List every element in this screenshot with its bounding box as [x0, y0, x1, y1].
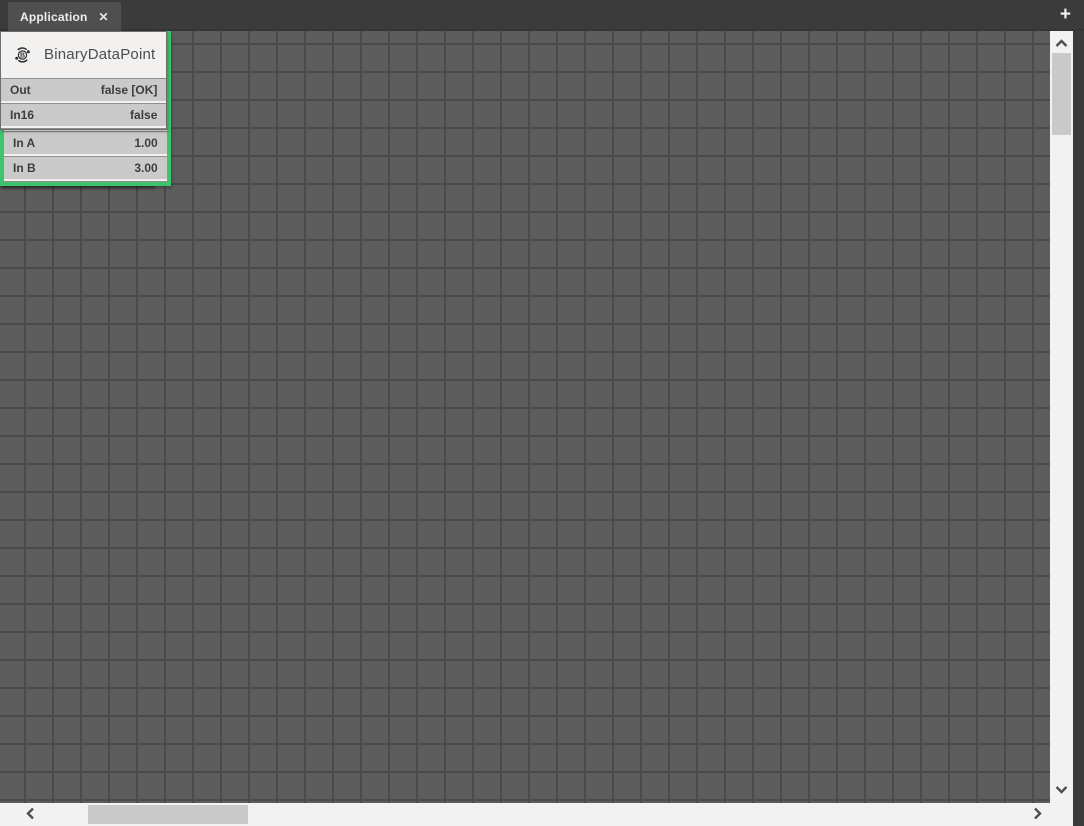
- wire-sheet-window: Application ✕ +: [0, 0, 1084, 826]
- node-title: BinaryDataPoint: [44, 46, 155, 63]
- vertical-scrollbar[interactable]: [1050, 31, 1073, 803]
- pin-value: 1.00: [134, 136, 157, 150]
- node-binary-data-point[interactable]: B BinaryDataPoint Out false [OK] In16 fa…: [0, 31, 167, 130]
- horizontal-scrollbar-thumb[interactable]: [88, 805, 248, 824]
- pin-label: Out: [10, 83, 31, 97]
- node-header[interactable]: B BinaryDataPoint: [1, 32, 166, 76]
- pin-label: In B: [13, 161, 36, 175]
- tab-label: Application: [20, 10, 88, 24]
- pin-row-inB[interactable]: In B 3.00: [4, 156, 167, 179]
- scrollbar-corner: [1050, 803, 1073, 826]
- pin-label: In16: [10, 108, 34, 122]
- scroll-down-icon[interactable]: [1050, 781, 1073, 799]
- binary-data-point-icon: B: [12, 45, 33, 64]
- pin-value: false [OK]: [101, 83, 158, 97]
- pin-value: 3.00: [134, 161, 157, 175]
- wiresheet-canvas[interactable]: Maximum4_1 Status OK Out 1.00 In A 1.00 …: [0, 31, 1050, 803]
- horizontal-scrollbar[interactable]: [0, 803, 1050, 826]
- tab-application[interactable]: Application ✕: [8, 2, 121, 31]
- scroll-right-icon[interactable]: [1033, 807, 1042, 825]
- scroll-left-icon[interactable]: [26, 807, 35, 825]
- add-tab-button[interactable]: +: [1060, 4, 1071, 26]
- scroll-up-icon[interactable]: [1050, 35, 1073, 53]
- tab-close-icon[interactable]: ✕: [99, 11, 109, 23]
- tab-bar: Application ✕ +: [0, 0, 1084, 31]
- node-footer: [4, 181, 167, 182]
- pin-value: false: [130, 108, 157, 122]
- node-footer: [1, 128, 166, 129]
- pin-label: In A: [13, 136, 35, 150]
- pin-row-in16[interactable]: In16 false: [1, 103, 166, 126]
- pin-row-out[interactable]: Out false [OK]: [1, 78, 166, 101]
- pin-row-inA[interactable]: In A 1.00: [4, 131, 167, 154]
- svg-text:B: B: [20, 52, 25, 59]
- vertical-scrollbar-thumb[interactable]: [1052, 53, 1071, 135]
- right-edge-strip: [1073, 31, 1084, 826]
